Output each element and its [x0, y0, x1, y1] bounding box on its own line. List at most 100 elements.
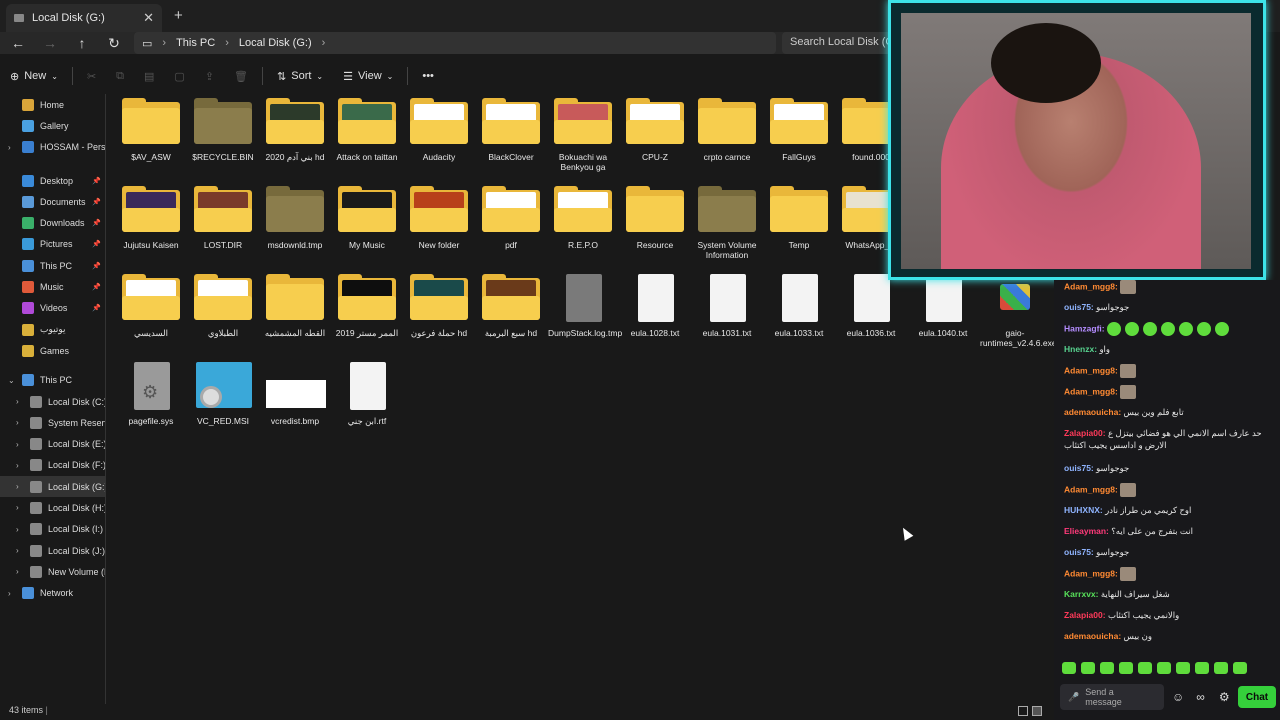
folder-item[interactable]: Bokuachi wa Benkyou ga: [548, 98, 618, 172]
share-icon[interactable]: ⇪: [195, 70, 224, 83]
chevron-right-icon[interactable]: ›: [8, 143, 11, 152]
forward-arrow-icon[interactable]: →: [41, 35, 59, 51]
folder-item[interactable]: My Music: [332, 186, 402, 250]
chat-username[interactable]: Adam_mgg8:: [1064, 281, 1118, 291]
folder-item[interactable]: $RECYCLE.BIN: [188, 98, 258, 162]
folder-item[interactable]: BlackClover: [476, 98, 546, 162]
chat-username[interactable]: Hamzagfi:: [1064, 323, 1105, 333]
sidebar-item-hossam-persona[interactable]: › HOSSAM - Persona: [0, 137, 105, 158]
emote-icon[interactable]: [1081, 662, 1095, 674]
file-item[interactable]: DumpStack.log.tmp: [548, 274, 622, 338]
refresh-icon[interactable]: ↻: [105, 35, 123, 52]
sidebar-item-local-disk-c-[interactable]: › Local Disk (C:): [0, 391, 105, 412]
chevron-right-icon[interactable]: ›: [16, 546, 19, 555]
details-view-icon[interactable]: [1018, 706, 1028, 716]
folder-item[interactable]: Attack on taittan: [332, 98, 402, 162]
folder-item[interactable]: بني آدم 2020 hd: [260, 98, 330, 162]
file-item[interactable]: ابن جني.rtf: [332, 362, 402, 426]
emote-icon[interactable]: [1214, 662, 1228, 674]
chevron-right-icon[interactable]: ›: [16, 503, 19, 512]
sidebar-item-local-disk-i-[interactable]: › Local Disk (I:): [0, 519, 105, 540]
copy-icon[interactable]: ⧉: [106, 70, 134, 83]
file-item[interactable]: gaio-runtimes_v2.4.6.exe: [980, 274, 1057, 348]
folder-item[interactable]: $AV_ASW: [116, 98, 186, 162]
folder-item[interactable]: القطه المشمشيه: [260, 274, 330, 338]
paste-icon[interactable]: ▤: [134, 70, 164, 83]
folder-item[interactable]: Audacity: [404, 98, 474, 162]
chat-username[interactable]: ouis75:: [1064, 547, 1094, 557]
emoji-icon[interactable]: ☺: [1172, 690, 1184, 704]
sidebar-item-local-disk-j-[interactable]: › Local Disk (J:): [0, 540, 105, 561]
chat-username[interactable]: ouis75:: [1064, 302, 1094, 312]
emote-icon[interactable]: [1138, 662, 1152, 674]
chat-username[interactable]: ademaouicha:: [1064, 407, 1121, 417]
breadcrumb-this-pc[interactable]: This PC: [176, 37, 215, 49]
chevron-right-icon[interactable]: ›: [8, 589, 11, 598]
breadcrumb-local-disk-g[interactable]: Local Disk (G:): [239, 37, 312, 49]
up-arrow-icon[interactable]: ↑: [73, 35, 91, 51]
chevron-right-icon[interactable]: ›: [16, 418, 19, 427]
chevron-right-icon[interactable]: ›: [16, 525, 19, 534]
folder-item[interactable]: حملة فرعون hd: [404, 274, 474, 338]
chevron-right-icon[interactable]: ›: [16, 397, 19, 406]
emote-icon[interactable]: [1176, 662, 1190, 674]
folder-item[interactable]: pdf: [476, 186, 546, 250]
sidebar-item-videos[interactable]: Videos 📌: [0, 298, 105, 319]
sidebar-item-music[interactable]: Music 📌: [0, 276, 105, 297]
file-item[interactable]: ⚙ pagefile.sys: [116, 362, 186, 426]
chat-username[interactable]: Elieayman:: [1064, 526, 1109, 536]
chat-username[interactable]: Karrxvx:: [1064, 589, 1099, 599]
settings-gear-icon[interactable]: ⚙: [1219, 690, 1230, 704]
tab-local-disk-g[interactable]: Local Disk (G:) ✕: [6, 4, 162, 32]
folder-item[interactable]: سبع البرمبة hd: [476, 274, 546, 338]
folder-item[interactable]: New folder: [404, 186, 474, 250]
new-tab-button[interactable]: +: [174, 7, 183, 24]
file-item[interactable]: eula.1036.txt: [836, 274, 906, 338]
folder-item[interactable]: R.E.P.O: [548, 186, 618, 250]
chat-username[interactable]: Adam_mgg8:: [1064, 386, 1118, 396]
rename-icon[interactable]: ▢: [164, 70, 194, 83]
chat-send-button[interactable]: Chat: [1238, 686, 1276, 708]
points-icon[interactable]: ∞: [1196, 690, 1205, 704]
sidebar-item-gallery[interactable]: Gallery: [0, 115, 105, 136]
emote-icon[interactable]: [1062, 662, 1076, 674]
sidebar-item-documents[interactable]: Documents 📌: [0, 191, 105, 212]
back-arrow-icon[interactable]: ←: [9, 35, 27, 51]
chevron-right-icon[interactable]: ›: [16, 440, 19, 449]
folder-item[interactable]: LOST.DIR: [188, 186, 258, 250]
close-tab-icon[interactable]: ✕: [143, 10, 154, 26]
sidebar-item-home[interactable]: Home: [0, 94, 105, 115]
folder-item[interactable]: الممر مستر 2019: [332, 274, 402, 338]
tiles-view-icon[interactable]: [1032, 706, 1042, 716]
chat-username[interactable]: Adam_mgg8:: [1064, 484, 1118, 494]
folder-item[interactable]: FallGuys: [764, 98, 834, 162]
chat-username[interactable]: ouis75:: [1064, 463, 1094, 473]
folder-item[interactable]: Resource: [620, 186, 690, 250]
sort-button[interactable]: ⇅ Sort ⌄: [267, 70, 333, 83]
sidebar-item-downloads[interactable]: Downloads 📌: [0, 212, 105, 233]
emote-icon[interactable]: [1195, 662, 1209, 674]
sidebar-item-games[interactable]: Games: [0, 340, 105, 361]
folder-item[interactable]: Jujutsu Kaisen: [116, 186, 186, 250]
folder-item[interactable]: السديسي: [116, 274, 186, 338]
file-item[interactable]: vcredist.bmp: [260, 362, 330, 426]
sidebar-item-system-reserved-d-[interactable]: › System Reserved (D:): [0, 412, 105, 433]
delete-icon[interactable]: 🗑: [224, 70, 258, 83]
emote-icon[interactable]: [1119, 662, 1133, 674]
chat-username[interactable]: Adam_mgg8:: [1064, 365, 1118, 375]
folder-item[interactable]: الطبلاوي: [188, 274, 258, 338]
chevron-right-icon[interactable]: ⌄: [8, 376, 15, 385]
new-button[interactable]: ⊕ New ⌄: [0, 70, 68, 83]
cut-icon[interactable]: ✂: [77, 70, 106, 83]
file-item[interactable]: eula.1028.txt: [620, 274, 690, 338]
file-item[interactable]: eula.1033.txt: [764, 274, 834, 338]
emote-icon[interactable]: [1233, 662, 1247, 674]
folder-item[interactable]: Temp: [764, 186, 834, 250]
folder-item[interactable]: System Volume Information: [692, 186, 762, 260]
folder-item[interactable]: msdownld.tmp: [260, 186, 330, 250]
more-options-button[interactable]: •••: [412, 70, 444, 82]
chevron-right-icon[interactable]: ›: [16, 567, 19, 576]
chat-username[interactable]: Adam_mgg8:: [1064, 568, 1118, 578]
sidebar-item-new-volume-l-[interactable]: › New Volume (L:): [0, 561, 105, 582]
chevron-right-icon[interactable]: ›: [16, 482, 19, 491]
